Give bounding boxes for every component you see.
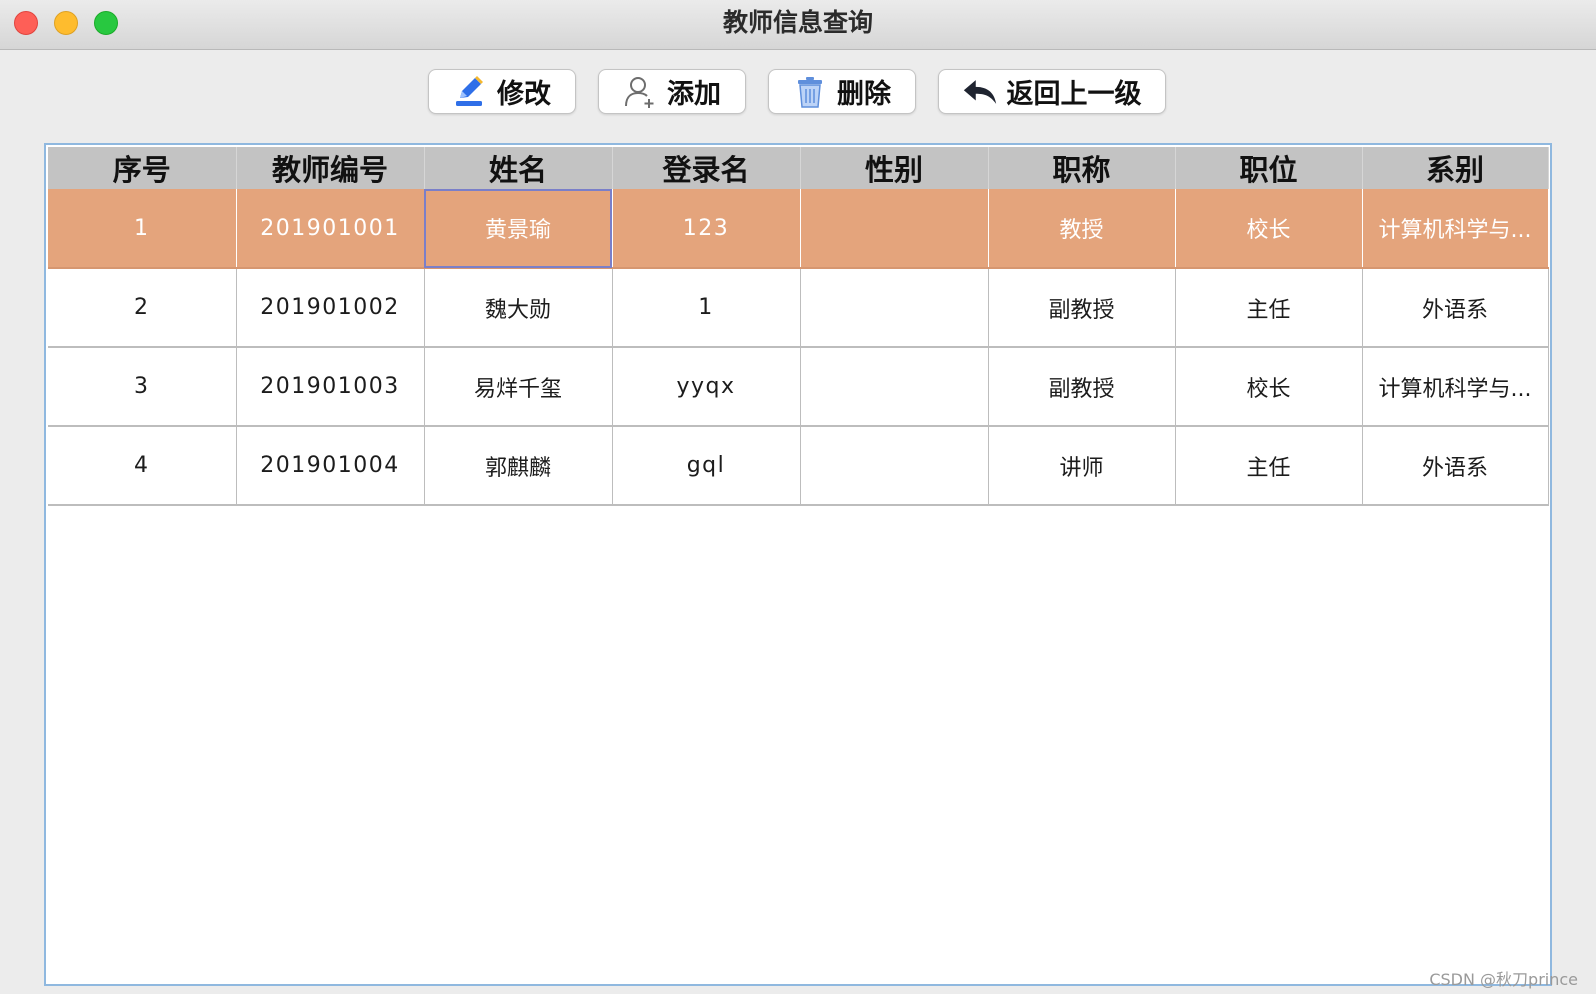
cell-index[interactable]: 3: [48, 347, 237, 427]
cell-department[interactable]: 计算机科学与...: [1362, 347, 1549, 427]
table-row[interactable]: 1 201901001 黄景瑜 123 教授 校长 计算机科学与...: [48, 189, 1549, 269]
add-user-icon: [623, 75, 657, 109]
cell-index[interactable]: 2: [48, 268, 237, 348]
cell-gender[interactable]: [800, 426, 989, 506]
cell-gender[interactable]: [800, 347, 989, 427]
cell-gender[interactable]: [800, 268, 989, 348]
cell-login[interactable]: gql: [612, 426, 801, 506]
back-label: 返回上一级: [1006, 79, 1142, 110]
cell-teacher-id[interactable]: 201901001: [236, 189, 425, 269]
delete-label: 删除: [837, 79, 891, 110]
cell-title[interactable]: 教授: [988, 189, 1176, 269]
cell-index[interactable]: 1: [48, 189, 237, 269]
cell-name[interactable]: 郭麒麟: [424, 426, 613, 506]
reply-arrow-icon: [963, 75, 997, 109]
cell-department[interactable]: 外语系: [1362, 426, 1549, 506]
column-header-login[interactable]: 登录名: [612, 147, 801, 189]
add-button[interactable]: 添加: [598, 69, 746, 114]
cell-login[interactable]: yyqx: [612, 347, 801, 427]
column-header-index[interactable]: 序号: [48, 147, 237, 189]
cell-teacher-id[interactable]: 201901002: [236, 268, 425, 348]
table-row[interactable]: 2 201901002 魏大勋 1 副教授 主任 外语系: [48, 268, 1549, 348]
pencil-icon: [453, 75, 487, 109]
cell-department[interactable]: 外语系: [1362, 268, 1549, 348]
table-row[interactable]: 4 201901004 郭麒麟 gql 讲师 主任 外语系: [48, 426, 1549, 506]
title-bar: 教师信息查询: [0, 0, 1596, 50]
cell-login[interactable]: 123: [612, 189, 801, 269]
watermark: CSDN @秋刀prince: [1429, 970, 1578, 989]
cell-teacher-id[interactable]: 201901003: [236, 347, 425, 427]
column-header-teacher-id[interactable]: 教师编号: [236, 147, 425, 189]
column-header-position[interactable]: 职位: [1175, 147, 1363, 189]
cell-position[interactable]: 校长: [1175, 189, 1363, 269]
teacher-table[interactable]: 序号 教师编号 姓名 登录名 性别 职称 职位 系别 1 201901001 黄…: [44, 143, 1552, 986]
cell-gender[interactable]: [800, 189, 989, 269]
cell-position[interactable]: 校长: [1175, 347, 1363, 427]
cell-teacher-id[interactable]: 201901004: [236, 426, 425, 506]
cell-position[interactable]: 主任: [1175, 268, 1363, 348]
column-header-title[interactable]: 职称: [988, 147, 1176, 189]
delete-button[interactable]: 删除: [768, 69, 916, 114]
cell-login[interactable]: 1: [612, 268, 801, 348]
cell-index[interactable]: 4: [48, 426, 237, 506]
cell-name[interactable]: 易烊千玺: [424, 347, 613, 427]
cell-name[interactable]: 黄景瑜: [424, 189, 613, 269]
trash-icon: [793, 75, 827, 109]
column-header-name[interactable]: 姓名: [424, 147, 613, 189]
window-title: 教师信息查询: [722, 8, 873, 37]
edit-label: 修改: [497, 79, 551, 110]
cell-department[interactable]: 计算机科学与...: [1362, 189, 1549, 269]
column-header-gender[interactable]: 性别: [800, 147, 989, 189]
cell-title[interactable]: 副教授: [988, 268, 1176, 348]
column-header-department[interactable]: 系别: [1362, 147, 1549, 189]
teacher-grid: 序号 教师编号 姓名 登录名 性别 职称 职位 系别 1 201901001 黄…: [48, 147, 1549, 506]
table-header: 序号 教师编号 姓名 登录名 性别 职称 职位 系别: [48, 147, 1549, 189]
cell-title[interactable]: 讲师: [988, 426, 1176, 506]
edit-button[interactable]: 修改: [428, 69, 576, 114]
add-label: 添加: [667, 79, 721, 110]
cell-name[interactable]: 魏大勋: [424, 268, 613, 348]
back-button[interactable]: 返回上一级: [938, 69, 1166, 114]
cell-position[interactable]: 主任: [1175, 426, 1363, 506]
cell-title[interactable]: 副教授: [988, 347, 1176, 427]
table-row[interactable]: 3 201901003 易烊千玺 yyqx 副教授 校长 计算机科学与...: [48, 347, 1549, 427]
